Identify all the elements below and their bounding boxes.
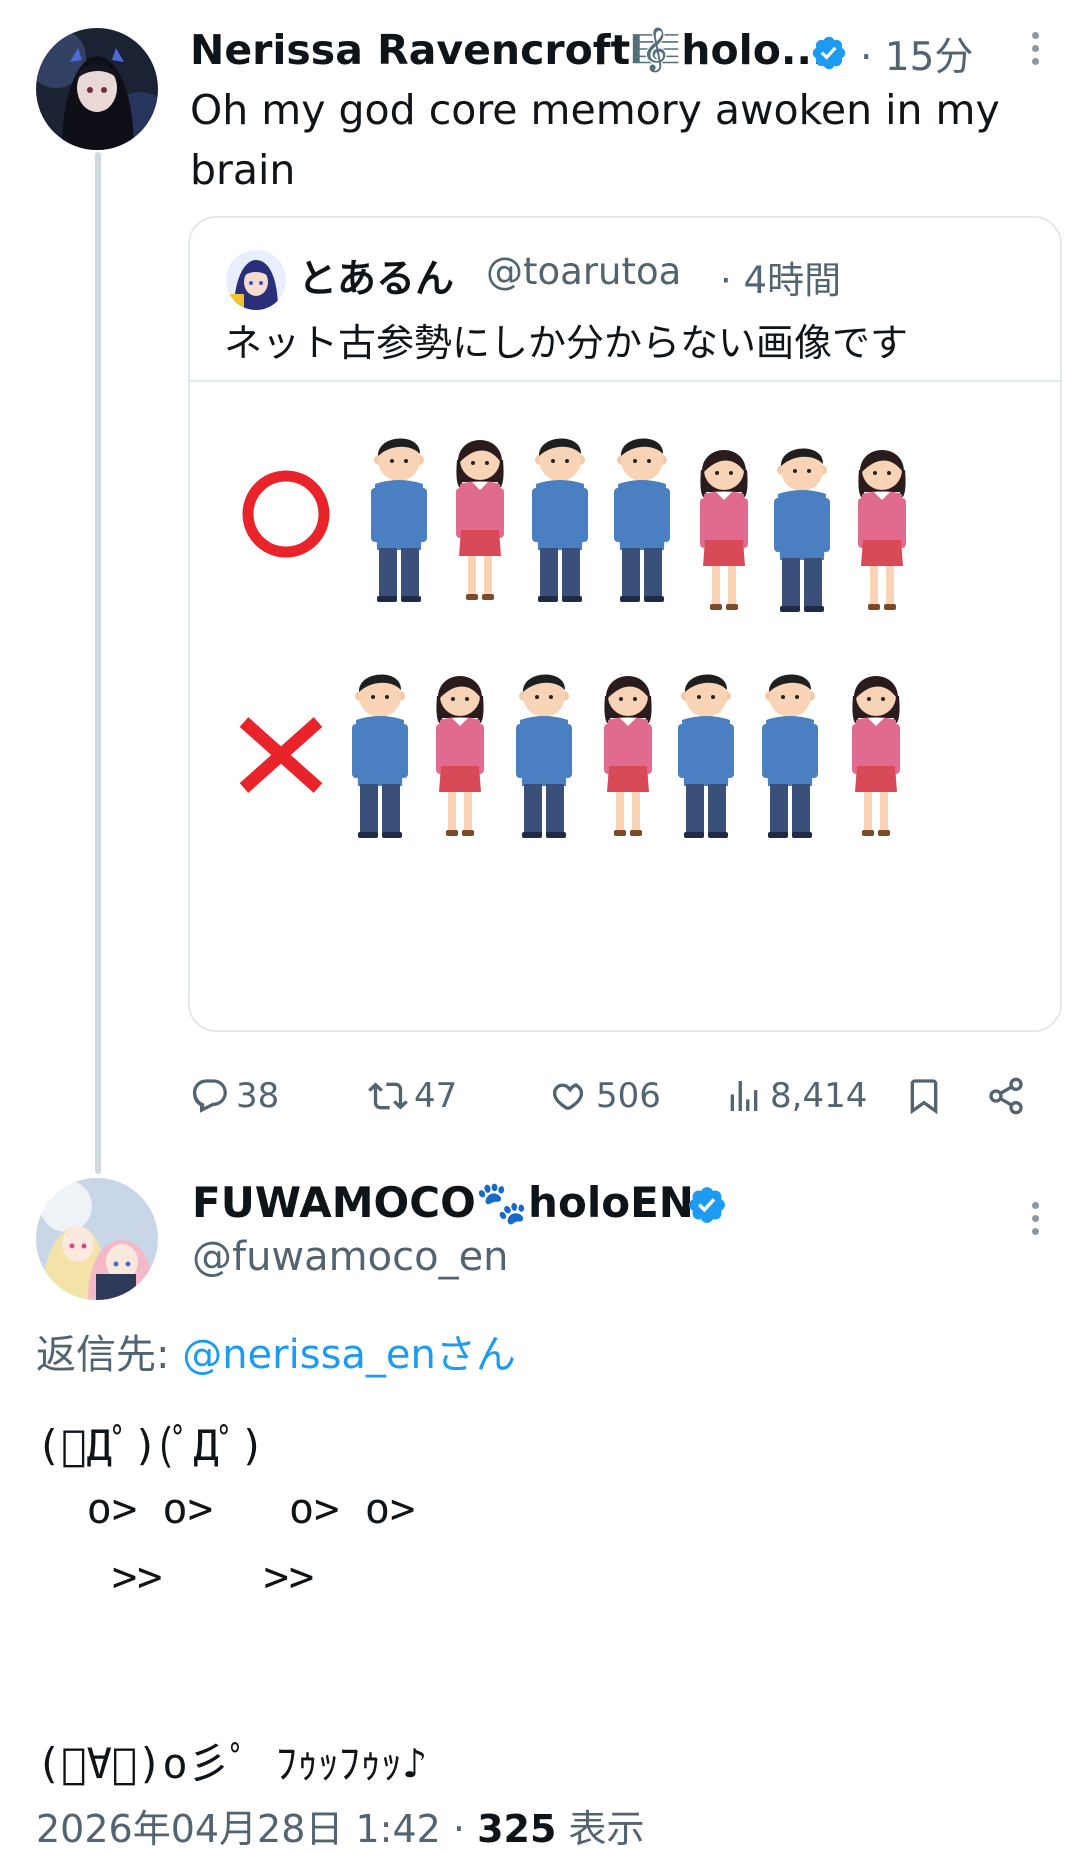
quote-author-name: とあるん — [298, 257, 455, 302]
kaomoji-line1: (ﾟДﾟ)(ﾟДﾟ) — [36, 1421, 265, 1470]
tweet-timestamp[interactable]: 2026年04月28日 1:42 · — [36, 1807, 477, 1851]
reply-icon — [192, 1079, 227, 1113]
quote-time: · 4時間 — [720, 259, 842, 302]
replying-to-label: 返信先: — [36, 1332, 183, 1378]
reply-author-handle[interactable]: @fuwamoco_en — [192, 1234, 509, 1280]
correct-row — [242, 438, 906, 612]
view-count: 325 — [477, 1807, 557, 1851]
wrong-row — [239, 674, 900, 838]
thread-line — [95, 152, 101, 1174]
retweet-count: 47 — [414, 1076, 458, 1116]
nerissa-avatar[interactable] — [36, 28, 158, 150]
replying-to: 返信先: @nerissa_enさん — [36, 1322, 516, 1380]
view-label: 表示 — [556, 1807, 645, 1851]
kaomoji-line4: (ﾟ∀ﾟ)o彡ﾟ ﾌｩｯﾌｩｯ♪ — [36, 1739, 428, 1788]
retweet-action[interactable]: 47 — [368, 1068, 457, 1124]
tweet-author-name[interactable]: Nerissa Ravencroft🎼holo... — [190, 26, 828, 75]
like-action[interactable]: 506 — [550, 1068, 661, 1124]
heart-icon — [552, 1083, 584, 1110]
verified-badge-icon — [812, 36, 846, 70]
tweet-time[interactable]: · 15分 — [860, 26, 973, 82]
quote-author-avatar — [226, 250, 286, 310]
quote-author-handle: @toarutoa — [486, 250, 682, 293]
quote-image[interactable] — [190, 380, 1060, 1030]
tweet-text: Oh my god core memory awoken in my brain — [190, 80, 1050, 200]
share-icon — [989, 1077, 1023, 1115]
views-chart-icon — [730, 1081, 758, 1111]
tweet-timestamp-row: 2026年04月28日 1:42 · 325 表示 — [36, 1798, 645, 1853]
replying-to-handle-link[interactable]: @nerissa_enさん — [182, 1332, 516, 1378]
reply-action[interactable]: 38 — [190, 1068, 279, 1124]
kaomoji-line2: o> o> o> o> — [36, 1484, 416, 1533]
retweet-icon — [368, 1082, 408, 1110]
people-lineup-illustration — [239, 438, 906, 838]
views-action[interactable]: 8,414 — [724, 1068, 867, 1124]
like-count: 506 — [596, 1076, 661, 1116]
verified-badge-icon — [689, 1187, 725, 1223]
tweet-text-line1: Oh my god core memory awoken in my — [190, 86, 1000, 134]
tweet-more-icon[interactable] — [1032, 26, 1039, 71]
reply-count: 38 — [236, 1076, 280, 1116]
share-action[interactable] — [986, 1068, 1026, 1124]
wrong-cross-mark — [239, 717, 323, 793]
bookmark-action[interactable] — [904, 1068, 944, 1124]
tweet-text-line2: brain — [190, 146, 296, 194]
views-count: 8,414 — [770, 1076, 868, 1116]
correct-circle-mark — [242, 470, 330, 558]
reply-more-icon[interactable] — [1032, 1196, 1039, 1241]
reply-author-name[interactable]: FUWAMOCO🐾holoEN — [192, 1178, 694, 1228]
kaomoji-line3: >> >> — [36, 1552, 315, 1601]
bookmark-icon — [910, 1079, 938, 1115]
quote-text: ネット古参勢にしか分からない画像です — [224, 321, 909, 365]
quoted-tweet-card[interactable]: とあるん @toarutoa · 4時間 ネット古参勢にしか分からない画像です — [188, 216, 1062, 1032]
fuwamoco-avatar[interactable] — [36, 1178, 158, 1300]
